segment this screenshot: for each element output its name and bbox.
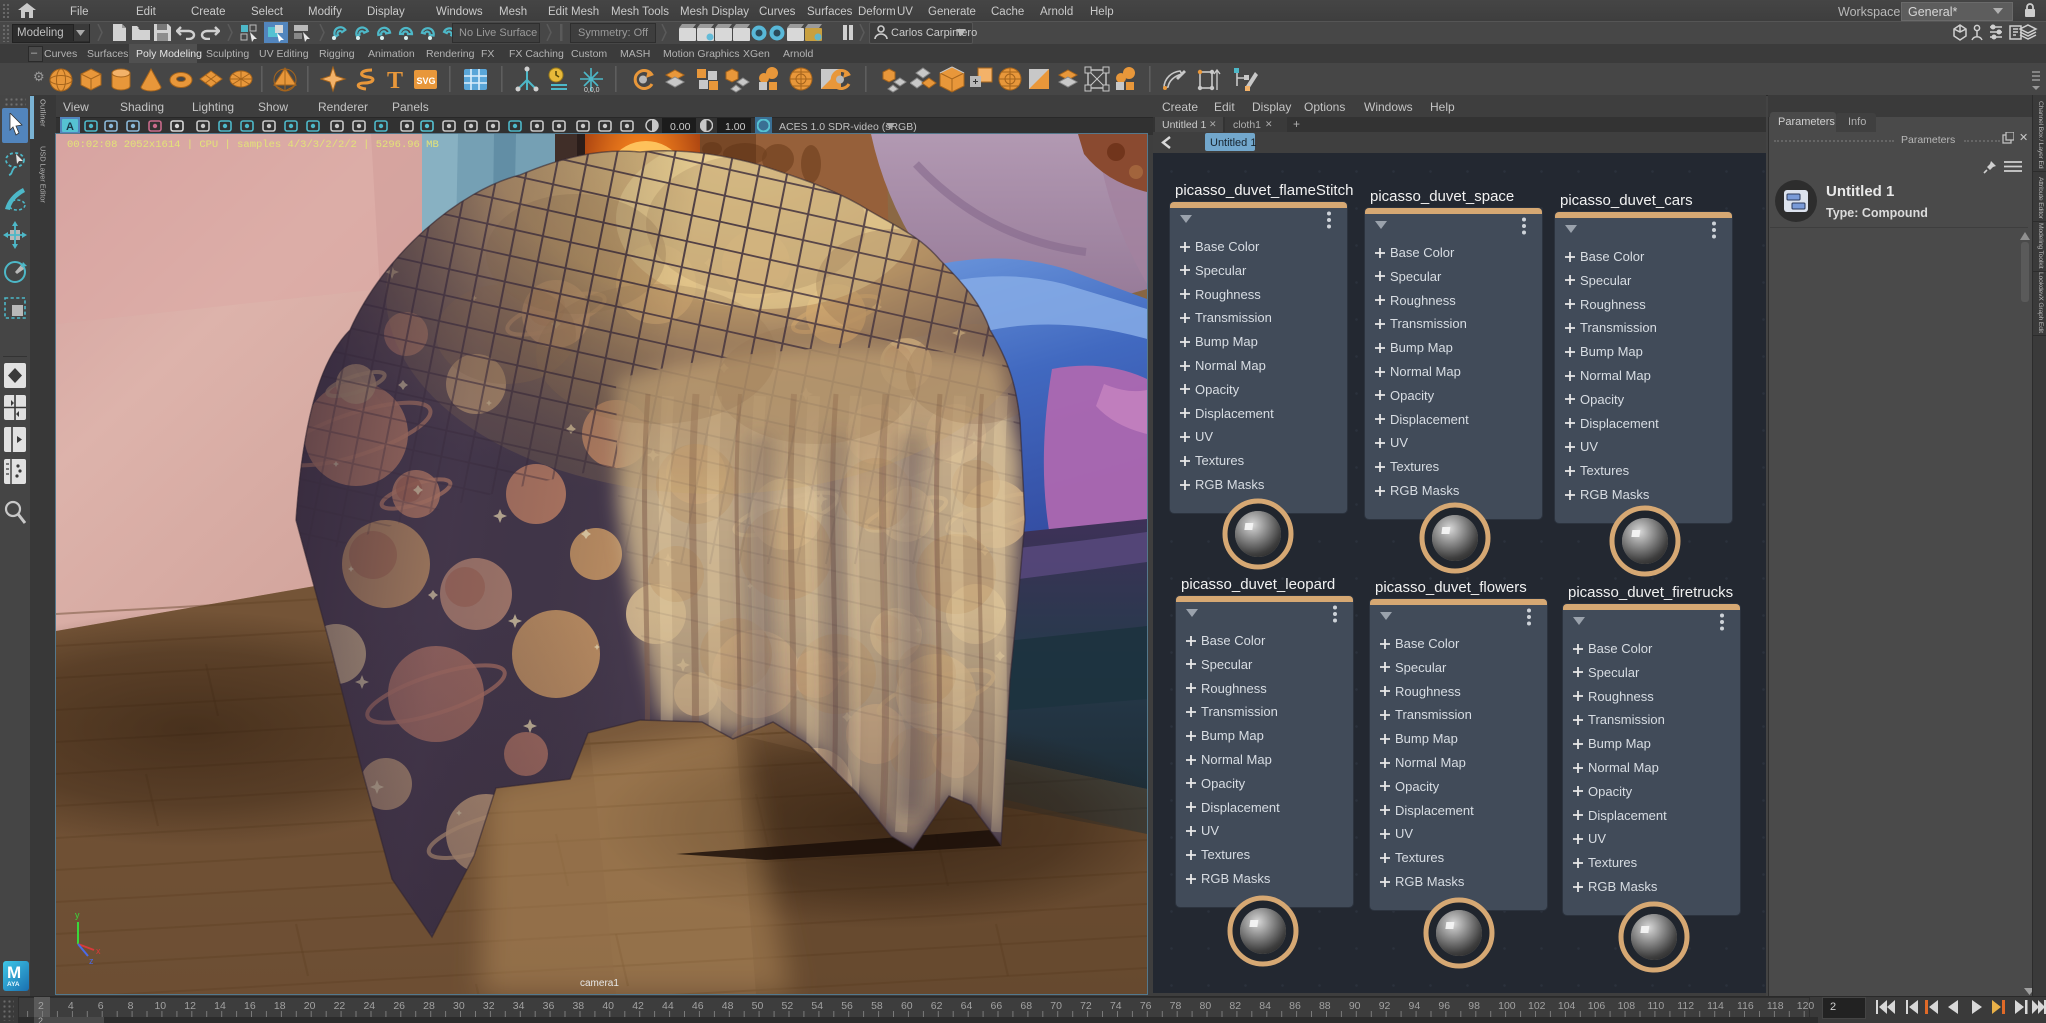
svg-text:y: y [75,910,80,920]
svg-text:x: x [96,946,101,956]
svg-text:camera1: camera1 [580,978,619,989]
svg-text:A: A [66,121,74,132]
svg-text:z: z [89,956,94,966]
svg-text:0,0,0: 0,0,0 [584,87,600,93]
svg-text:T: T [387,68,403,93]
svg-text:00:02:08 2052x1614 | CPU | sam: 00:02:08 2052x1614 | CPU | samples 4/3/3… [67,139,439,151]
svg-text:SVG: SVG [417,76,436,86]
